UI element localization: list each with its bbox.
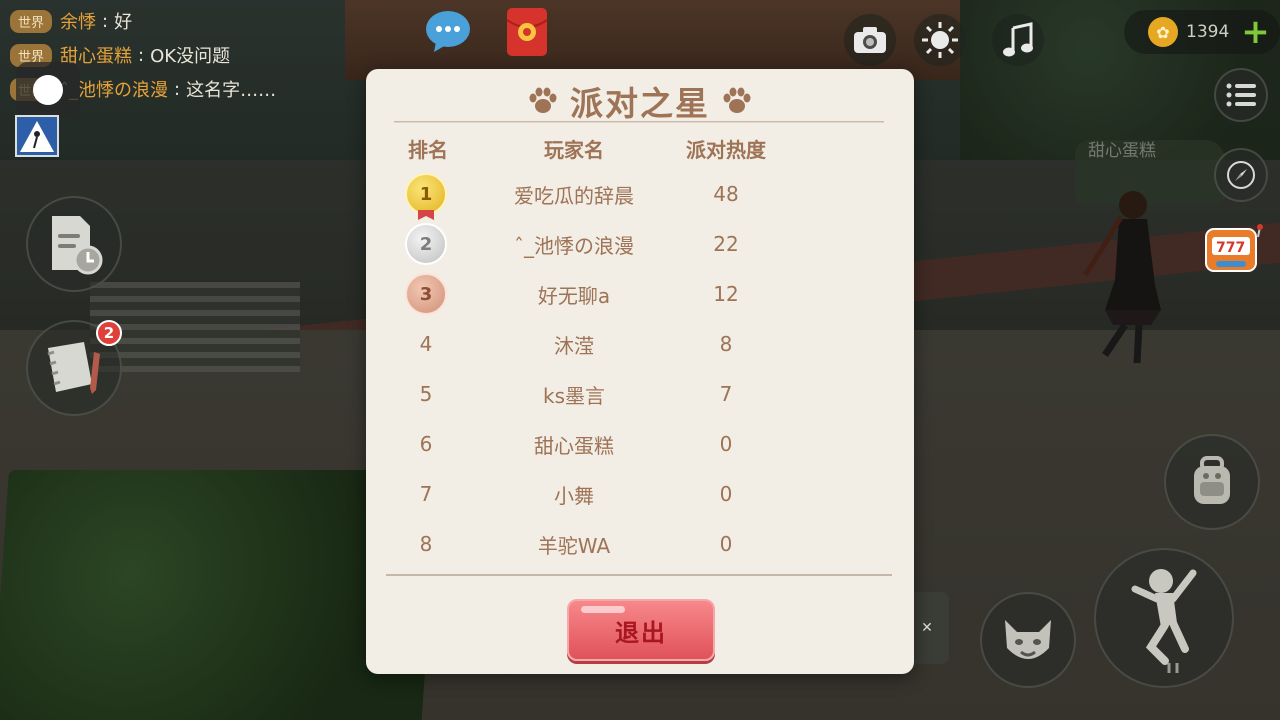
rank-cell: 1 (386, 169, 466, 220)
crosswalk-sign-icon (15, 115, 59, 157)
dancing-figure-icon (1131, 569, 1197, 673)
emote-button[interactable] (980, 592, 1076, 688)
chat-text: OK没问题 (150, 46, 231, 67)
player-name: 沐滢 (554, 333, 594, 358)
music-button[interactable] (992, 14, 1044, 66)
action-dance-button[interactable] (1094, 548, 1234, 688)
backpack-icon (1194, 456, 1230, 504)
channel-tag: 世界 (10, 9, 53, 33)
close-x-icon: ✕ (921, 620, 933, 636)
medal-number: 2 (419, 233, 433, 255)
chat-text: 这名字…… (186, 80, 277, 101)
party-heat: 12 (713, 282, 739, 306)
player-name: ˆ_池悸の浪漫 (514, 233, 634, 258)
rank-number: 5 (419, 382, 433, 406)
rank-cell: 2 (386, 219, 466, 269)
chat-separator: : (138, 44, 145, 66)
footer-divider (386, 574, 892, 576)
rank-number: 6 (419, 432, 433, 456)
red-envelope-button[interactable] (504, 6, 550, 58)
slot-machine-icon: 777 (1205, 224, 1263, 272)
exit-button-label: 退出 (615, 618, 667, 647)
compass-button[interactable] (1214, 148, 1268, 202)
player-name: 爱吃瓜的辞晨 (514, 183, 634, 208)
leaderboard-row: 8 羊驼WA 0 (366, 519, 914, 569)
chat-separator: : (174, 78, 181, 100)
column-header-player: 玩家名 (544, 138, 604, 162)
assist-dot-icon (33, 75, 63, 105)
gold-medal-icon: 1 (405, 173, 447, 220)
medal-number: 3 (419, 283, 433, 305)
party-heat: 48 (713, 182, 739, 206)
menu-button[interactable] (1214, 68, 1268, 122)
chat-bubble-button[interactable] (424, 8, 472, 54)
party-star-dialog: 派对之星 排名 玩家名 派对热度 1 爱吃瓜的辞晨 48 2 ˆ_池悸の浪漫 2… (366, 69, 914, 674)
header-divider (394, 121, 884, 123)
chat-separator: : (102, 10, 109, 32)
player-name: 羊驼WA (537, 533, 611, 558)
party-heat: 7 (719, 382, 733, 406)
leaderboard-row: 6 甜心蛋糕 0 (366, 419, 914, 469)
party-heat: 22 (713, 232, 739, 256)
medal-number: 1 (419, 183, 433, 205)
slot-machine-button[interactable]: 777 (1200, 222, 1266, 278)
document-clock-icon (52, 216, 103, 275)
leaderboard-row: 1 爱吃瓜的辞晨 48 (366, 169, 914, 220)
cat-face-icon (1005, 620, 1051, 659)
player-name: ks墨言 (542, 383, 605, 408)
compass-icon (1227, 161, 1255, 189)
music-note-icon (1003, 22, 1033, 57)
camera-button[interactable] (844, 14, 896, 66)
svg-text:777: 777 (1216, 240, 1245, 256)
brightness-button[interactable] (914, 14, 966, 66)
player-name: 好无聊a (537, 283, 611, 308)
leaderboard-row: 7 小舞 0 (366, 469, 914, 519)
silver-medal-icon: 2 (405, 223, 447, 265)
player-name: 甜心蛋糕 (534, 433, 614, 458)
coin-counter: ✿ 1394 + (1124, 10, 1280, 54)
rank-number: 4 (419, 332, 433, 356)
leaderboard-row: 2 ˆ_池悸の浪漫 22 (366, 219, 914, 269)
chat-text: 好 (114, 12, 133, 33)
player-name: 小舞 (554, 483, 594, 508)
notification-badge: 2 (96, 320, 122, 346)
paw-print-icon (723, 87, 751, 113)
leaderboard-row: 3 好无聊a 12 (366, 269, 914, 319)
list-menu-icon (1226, 83, 1256, 107)
coin-amount: 1394 (1186, 22, 1230, 42)
column-header-rank: 排名 (408, 138, 448, 162)
chat-message: 世界 余悸 : 好 (10, 4, 360, 38)
quest-log-button[interactable] (26, 196, 122, 292)
paw-print-icon (529, 87, 557, 113)
column-header-heat: 派对热度 (686, 138, 766, 162)
backpack-button[interactable] (1164, 434, 1260, 530)
leaderboard-list: 1 爱吃瓜的辞晨 48 2 ˆ_池悸の浪漫 22 3 好无聊a 12 4 沐滢 … (366, 169, 914, 569)
rank-number: 8 (419, 532, 433, 556)
camera-icon (854, 27, 886, 53)
chat-sender[interactable]: 余悸 (60, 8, 96, 34)
exit-button[interactable]: 退出 (567, 599, 715, 661)
floating-assist-button[interactable] (16, 62, 80, 118)
rank-cell: 3 (386, 269, 466, 319)
dialog-header: 派对之星 (366, 77, 914, 125)
party-heat: 0 (719, 432, 733, 456)
leaderboard-row: 5 ks墨言 7 (366, 369, 914, 419)
leaderboard-row: 4 沐滢 8 (366, 319, 914, 369)
sun-icon (922, 22, 958, 58)
party-heat: 0 (719, 532, 733, 556)
button-gloss (581, 606, 625, 613)
party-heat: 8 (719, 332, 733, 356)
red-envelope-icon (506, 8, 548, 56)
notebook-pen-icon (47, 342, 100, 394)
dialog-title: 派对之星 (570, 84, 710, 123)
party-heat: 0 (719, 482, 733, 506)
speech-bubble-icon (426, 11, 470, 52)
bronze-medal-icon: 3 (405, 273, 447, 315)
rank-number: 7 (419, 482, 433, 506)
add-coins-button[interactable]: + (1241, 15, 1270, 49)
paw-coin-icon: ✿ (1148, 17, 1178, 47)
